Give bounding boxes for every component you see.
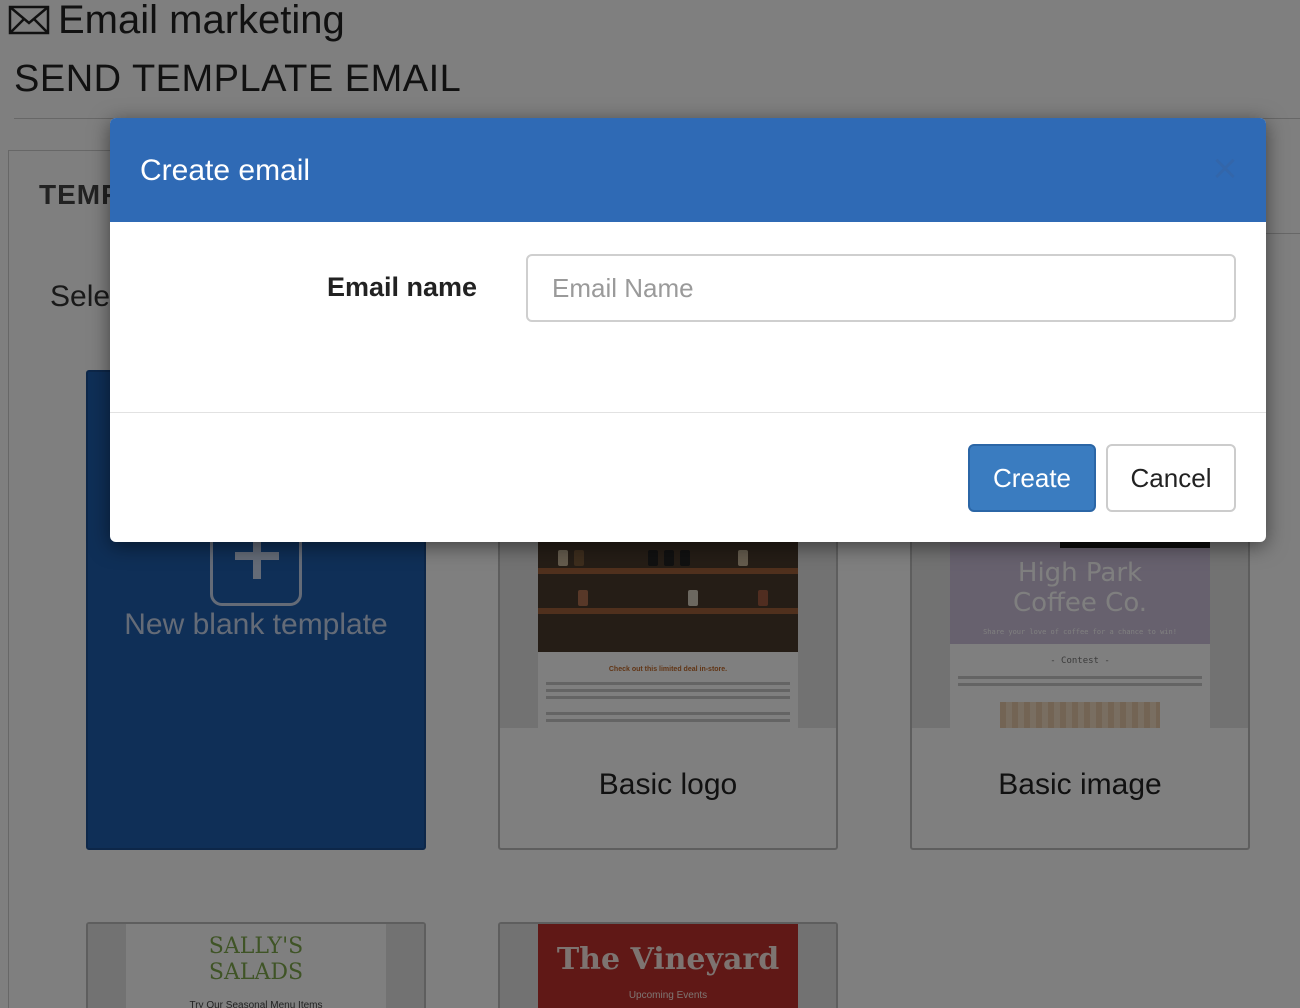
email-name-input[interactable] — [526, 254, 1236, 322]
modal-footer-divider — [110, 412, 1266, 413]
modal-title: Create email — [140, 154, 311, 187]
create-email-dialog: Create email × Email name Create Cancel — [110, 118, 1266, 542]
close-icon[interactable]: × — [1210, 150, 1240, 186]
modal-header: Create email × — [110, 118, 1266, 222]
cancel-button[interactable]: Cancel — [1106, 444, 1236, 512]
email-name-label: Email name — [327, 272, 478, 302]
create-button[interactable]: Create — [968, 444, 1096, 512]
